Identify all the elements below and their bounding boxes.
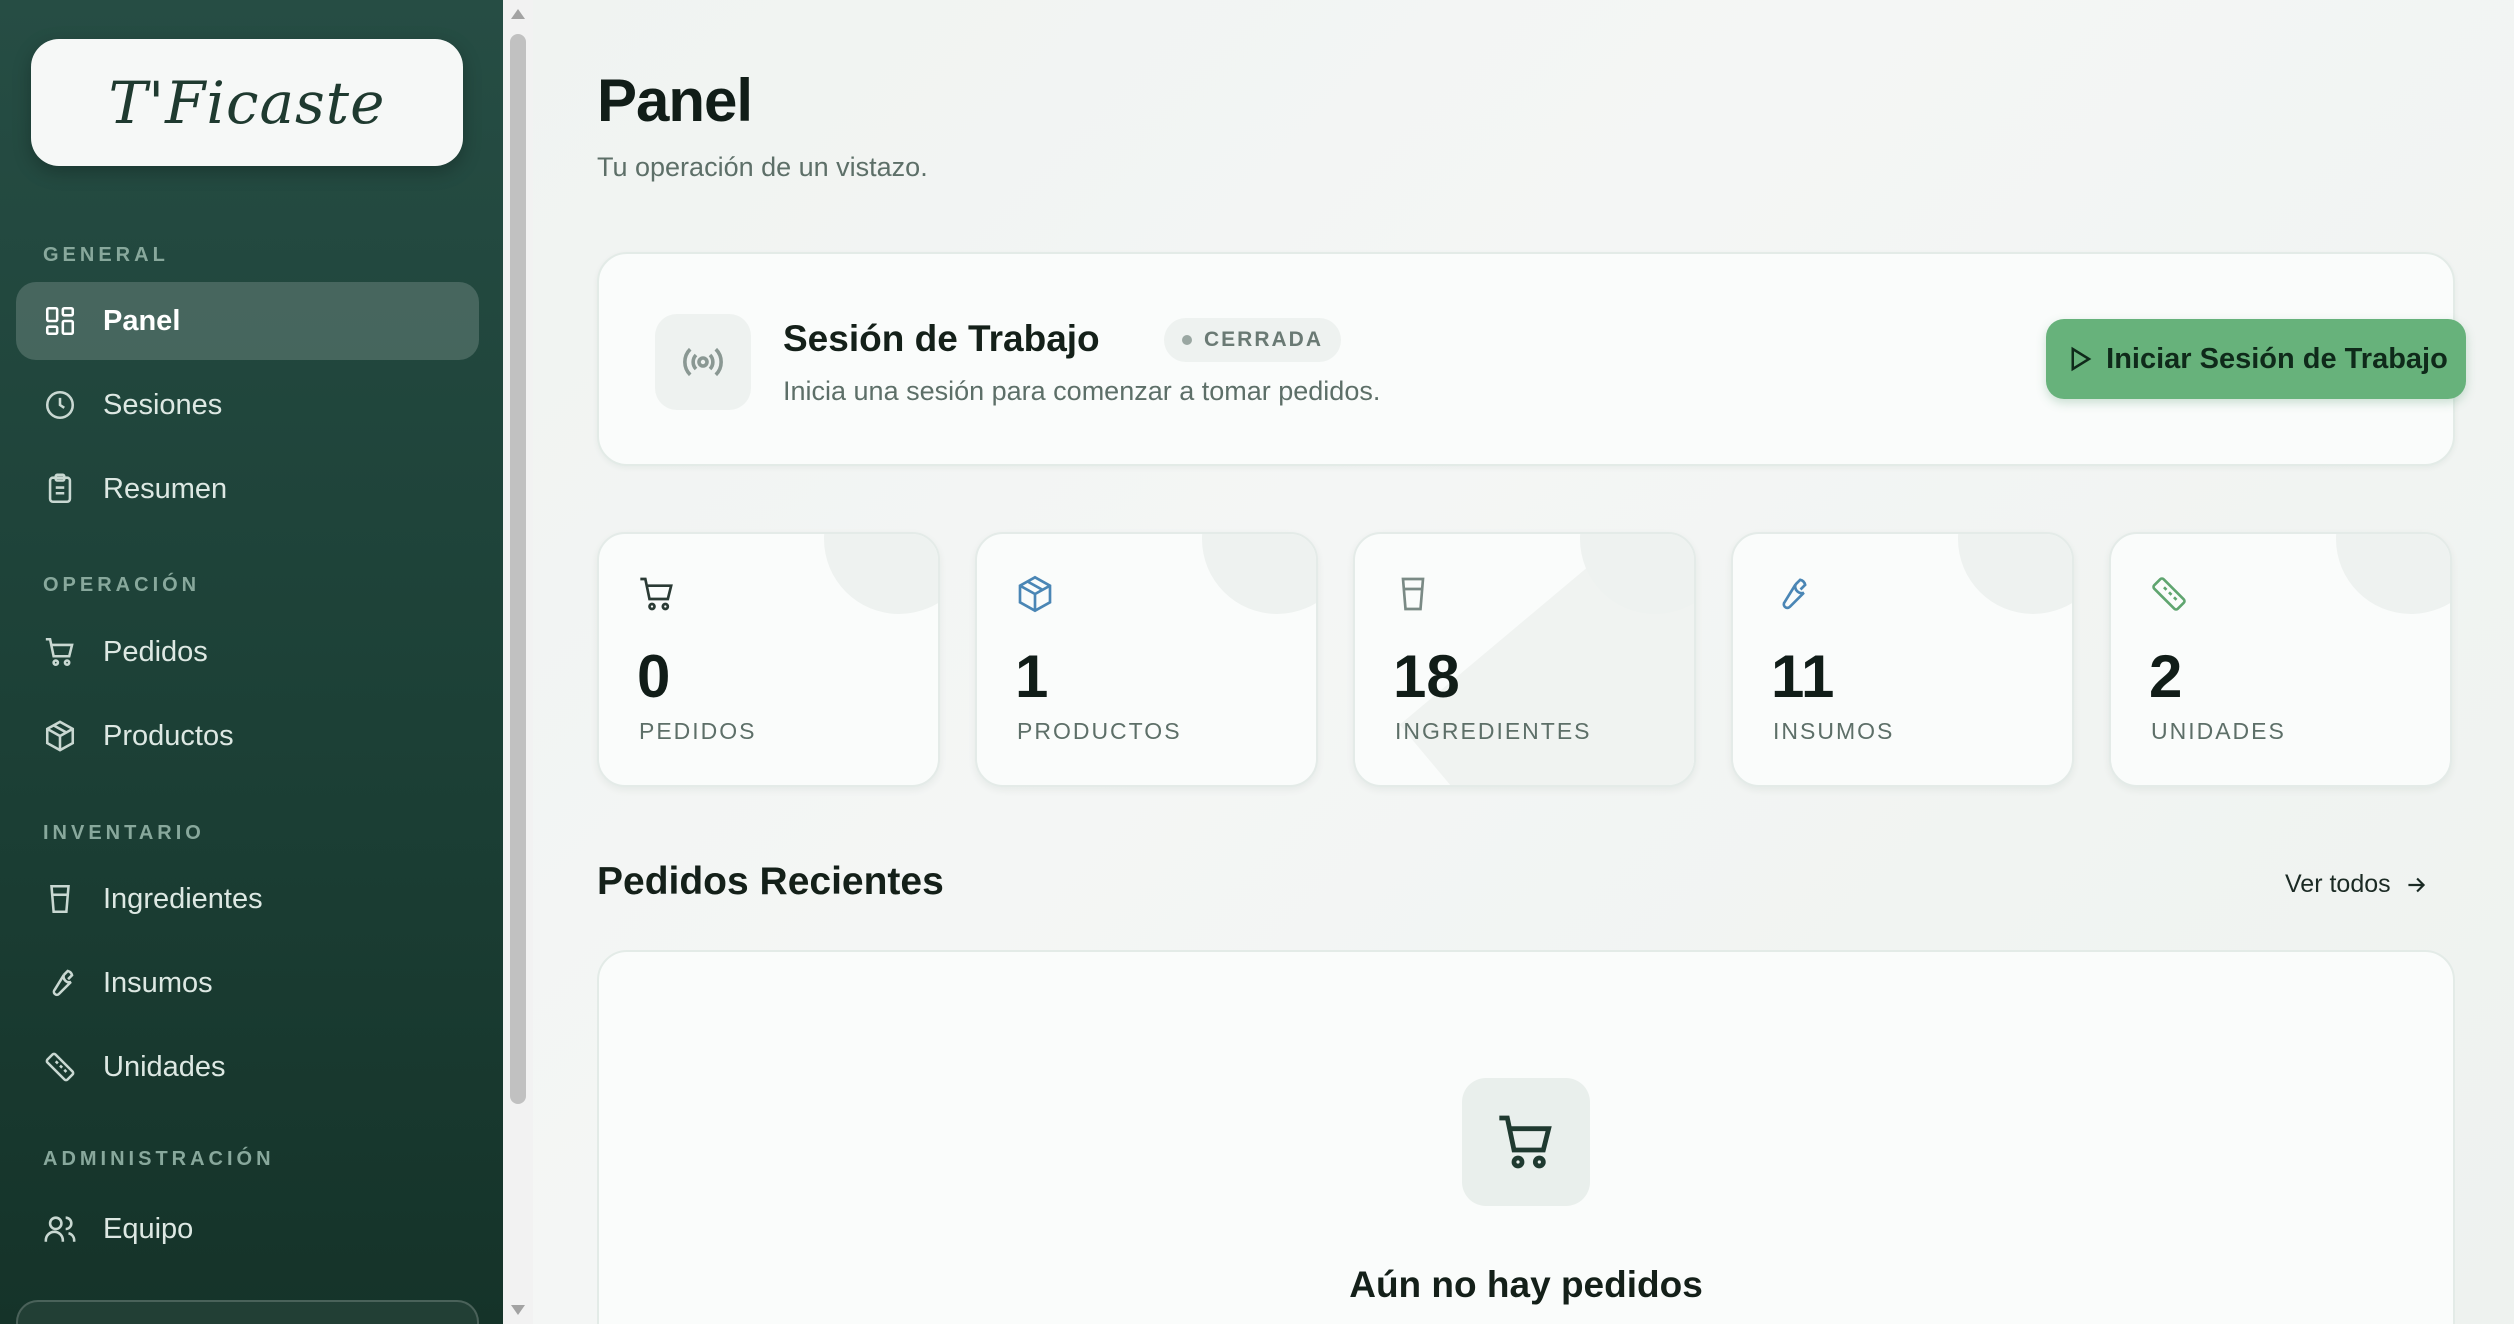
nav-section-operacion: OPERACIÓN [43,574,201,596]
session-description: Inicia una sesión para comenzar a tomar … [783,376,1381,406]
stat-value: 18 [1393,643,1460,710]
broadcast-icon [655,314,751,410]
package-icon [43,719,77,753]
nav-section-administracion: ADMINISTRACIÓN [43,1148,275,1170]
sidebar-item-label: Pedidos [103,635,208,668]
play-icon [2071,346,2092,372]
sidebar-item-label: Panel [103,304,181,337]
clipboard-icon [43,472,77,506]
sidebar-item-resumen[interactable]: Resumen [16,450,479,528]
sidebar-item-label: Unidades [103,1050,226,1083]
page-title: Panel [597,67,753,134]
sidebar-item-sesiones[interactable]: Sesiones [16,366,479,444]
status-badge: CERRADA [1164,318,1341,362]
stat-card-insumos[interactable]: 11 INSUMOS [1731,532,2074,787]
session-title: Sesión de Trabajo [783,318,1100,359]
users-icon [43,1212,77,1246]
sidebar-item-label: Productos [103,719,234,752]
ruler-icon [2152,577,2186,611]
cart-icon [640,577,673,611]
wrench-icon [43,966,77,1000]
sidebar: T'Ficaste GENERAL Panel Sesiones Resumen… [0,0,503,1324]
recent-orders-card: Aún no hay pedidos [597,950,2455,1324]
sidebar-item-ingredientes[interactable]: Ingredientes [16,860,479,938]
ruler-icon [43,1050,77,1084]
logo-card[interactable]: T'Ficaste [31,39,463,166]
stat-card-unidades[interactable]: 2 UNIDADES [2109,532,2452,787]
start-session-button[interactable]: Iniciar Sesión de Trabajo [2046,319,2466,399]
stat-card-productos[interactable]: 1 PRODUCTOS [975,532,1318,787]
empty-state-title: Aún no hay pedidos [1349,1264,1703,1305]
sidebar-item-insumos[interactable]: Insumos [16,944,479,1022]
clock-icon [43,388,77,422]
sidebar-item-label: Resumen [103,472,228,505]
package-icon [1018,575,1052,613]
cup-icon [1401,577,1425,611]
dashboard-icon [43,304,77,338]
stat-label: PEDIDOS [639,718,757,744]
main-content: Panel Tu operación de un vistazo. Sesión… [533,0,2514,1324]
stat-value: 1 [1015,643,1049,710]
stat-card-ingredientes[interactable]: 18 INGREDIENTES [1353,532,1696,787]
sidebar-item-panel[interactable]: Panel [16,282,479,360]
stat-card-pedidos[interactable]: 0 PEDIDOS [597,532,940,787]
sidebar-item-label: Insumos [103,966,213,999]
page-subtitle: Tu operación de un vistazo. [597,152,928,182]
wrench-icon [1782,578,1807,610]
sidebar-item-label: Equipo [103,1212,194,1245]
sidebar-item-productos[interactable]: Productos [16,697,479,775]
stat-value: 11 [1771,643,1835,710]
sidebar-item-pedidos[interactable]: Pedidos [16,613,479,691]
recent-orders-title: Pedidos Recientes [597,860,944,903]
stat-label: PRODUCTOS [1017,718,1182,744]
sidebar-item-equipo[interactable]: Equipo [16,1190,479,1268]
scroll-up-arrow-icon[interactable] [511,9,525,19]
nav-section-general: GENERAL [43,244,169,266]
arrow-right-icon [2408,877,2425,892]
start-session-label: Iniciar Sesión de Trabajo [2106,342,2448,375]
cup-icon [43,882,77,916]
see-all-link[interactable]: Ver todos [2285,870,2429,899]
scrollbar-thumb[interactable] [510,34,526,1104]
see-all-label: Ver todos [2285,870,2391,898]
logo: T'Ficaste [108,68,386,137]
work-session-card: Sesión de Trabajo CERRADA Inicia una ses… [597,252,2466,466]
stat-value: 0 [637,643,671,710]
stat-label: INGREDIENTES [1395,718,1592,744]
stat-value: 2 [2149,643,2183,710]
cart-icon [1462,1078,1590,1206]
sidebar-item-label: Ingredientes [103,882,263,915]
stat-label: UNIDADES [2151,718,2286,744]
scroll-down-arrow-icon[interactable] [511,1305,525,1315]
sidebar-footer-button[interactable] [16,1300,479,1324]
sidebar-scrollbar[interactable] [503,0,533,1324]
stat-label: INSUMOS [1773,718,1895,744]
cart-icon [43,635,77,669]
sidebar-item-unidades[interactable]: Unidades [16,1028,479,1106]
nav-section-inventario: INVENTARIO [43,822,205,844]
sidebar-item-label: Sesiones [103,388,223,421]
